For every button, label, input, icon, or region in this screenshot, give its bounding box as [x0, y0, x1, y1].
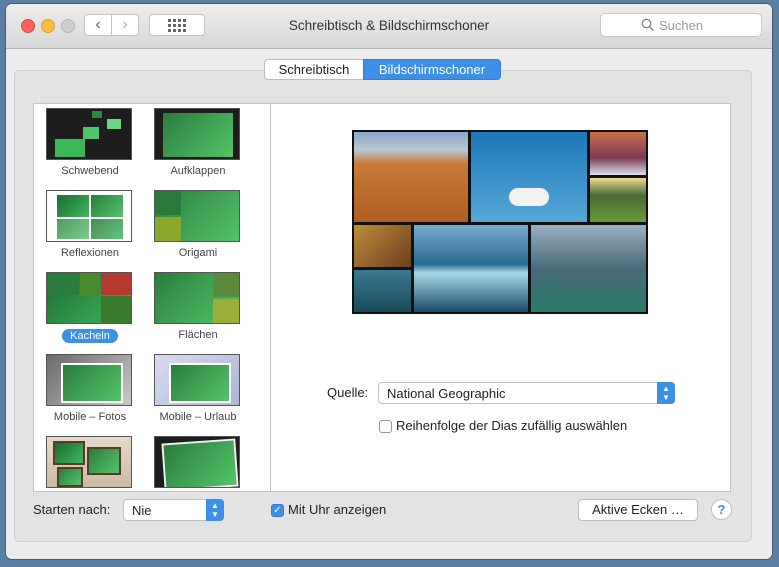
tab-schreibtisch[interactable]: Schreibtisch	[264, 59, 364, 80]
thumbnail	[46, 354, 132, 406]
screensaver-item-aufklappen[interactable]: Aufklappen	[154, 108, 242, 177]
chevron-right-icon: ›	[122, 16, 128, 33]
screensaver-item-flaechen[interactable]: Flächen	[154, 272, 242, 341]
screensaver-item-9[interactable]	[46, 436, 134, 488]
start-after-label: Starten nach:	[33, 502, 111, 517]
screensaver-item-mobile-fotos[interactable]: Mobile – Fotos	[46, 354, 134, 423]
zoom-button[interactable]	[61, 19, 75, 33]
screensaver-label: Aufklappen	[170, 165, 226, 177]
photo-animal	[354, 225, 411, 267]
tab-bildschirmschoner[interactable]: Bildschirmschoner	[363, 59, 501, 80]
source-label: Quelle:	[327, 385, 369, 400]
screensaver-preview	[352, 130, 648, 314]
search-icon	[641, 18, 655, 32]
thumbnail	[46, 272, 132, 324]
minimize-button[interactable]	[41, 19, 55, 33]
thumbnail	[46, 190, 132, 242]
shuffle-checkbox[interactable]	[379, 420, 392, 433]
popup-arrows-icon: ▲ ▼	[657, 382, 675, 404]
help-button[interactable]: ?	[711, 499, 732, 520]
thumbnail	[154, 436, 240, 488]
thumbnail	[154, 272, 240, 324]
screensaver-item-schwebend[interactable]: Schwebend	[46, 108, 134, 177]
thumbnail	[154, 354, 240, 406]
screensaver-label: Origami	[178, 247, 218, 259]
start-after-select[interactable]: Nie ▲ ▼	[123, 499, 224, 521]
photo-mountain	[590, 132, 646, 175]
photo-penguins-small	[354, 270, 411, 312]
titlebar: ‹ › Schreibtisch & Bildschirmschoner Suc…	[6, 4, 772, 49]
show-all-button[interactable]	[149, 14, 205, 36]
screensaver-list[interactable]: Schwebend Aufklappen Reflexionen Origami	[33, 103, 271, 492]
photo-desert	[354, 132, 468, 222]
popup-arrows-icon: ▲ ▼	[206, 499, 224, 521]
source-select[interactable]: National Geographic ▲ ▼	[378, 382, 675, 404]
search-field[interactable]: Suchen	[600, 13, 762, 37]
checkmark-icon: ✓	[273, 505, 282, 516]
forward-button[interactable]: ›	[111, 14, 139, 36]
chevron-left-icon: ‹	[95, 16, 101, 33]
thumbnail	[154, 190, 240, 242]
search-placeholder: Suchen	[659, 18, 704, 33]
screensaver-label: Kacheln	[62, 329, 118, 343]
photo-polar-bear	[471, 132, 587, 222]
thumbnail	[154, 108, 240, 160]
screensaver-label: Schwebend	[61, 165, 119, 177]
show-clock-label: Mit Uhr anzeigen	[288, 502, 387, 517]
close-button[interactable]	[21, 19, 35, 33]
start-after-value: Nie	[132, 503, 152, 518]
screensaver-item-kacheln[interactable]: Kacheln	[46, 272, 134, 343]
screensaver-item-origami[interactable]: Origami	[154, 190, 242, 259]
shuffle-label: Reihenfolge der Dias zufällig auswählen	[396, 418, 628, 433]
photo-valley	[590, 178, 646, 222]
photo-wave	[414, 225, 528, 312]
screensaver-item-reflexionen[interactable]: Reflexionen	[46, 190, 134, 259]
hot-corners-button[interactable]: Aktive Ecken …	[578, 499, 698, 521]
source-value: National Geographic	[387, 386, 506, 401]
thumbnail	[46, 436, 132, 488]
screensaver-label: Reflexionen	[60, 247, 120, 259]
grid-icon	[168, 18, 186, 32]
screensaver-label: Mobile – Urlaub	[159, 411, 237, 423]
screensaver-label: Mobile – Fotos	[53, 411, 127, 423]
screensaver-item-10[interactable]	[154, 436, 242, 488]
photo-penguins	[531, 225, 646, 312]
back-button[interactable]: ‹	[84, 14, 112, 36]
screensaver-item-mobile-urlaub[interactable]: Mobile – Urlaub	[154, 354, 242, 423]
show-clock-checkbox[interactable]: ✓	[271, 504, 284, 517]
thumbnail	[46, 108, 132, 160]
screensaver-label: Flächen	[178, 329, 218, 341]
